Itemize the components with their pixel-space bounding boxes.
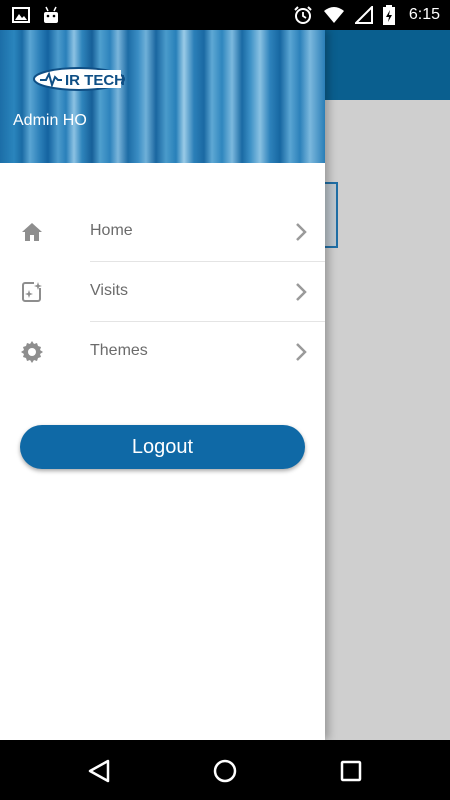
- svg-text:IR TECH: IR TECH: [65, 72, 125, 89]
- status-time: 6:15: [408, 6, 440, 23]
- navigation-drawer: IR TECH Admin HO Home Visits Themes Logo…: [0, 30, 325, 740]
- menu-item-label: Visits: [90, 282, 128, 299]
- wifi-icon: [323, 7, 344, 23]
- home-circle-icon[interactable]: [212, 758, 238, 784]
- menu-item-themes[interactable]: Themes: [0, 322, 325, 382]
- battery-charging-icon: [382, 5, 395, 25]
- menu-item-visits[interactable]: Visits: [0, 262, 325, 322]
- chevron-right-icon: [296, 283, 307, 301]
- menu-item-label: Themes: [90, 342, 148, 359]
- back-icon[interactable]: [86, 758, 112, 784]
- system-nav-bar: [0, 740, 450, 800]
- recents-icon[interactable]: [338, 758, 364, 784]
- logout-button[interactable]: Logout: [20, 425, 305, 469]
- gear-icon: [21, 341, 43, 363]
- status-bar: 6:15: [0, 0, 450, 30]
- home-icon: [22, 223, 42, 241]
- status-left-icons: [12, 6, 60, 24]
- status-right-icons: 6:15: [293, 5, 440, 25]
- drawer-header: IR TECH Admin HO: [0, 30, 325, 163]
- drawer-menu: Home Visits Themes: [0, 202, 325, 382]
- user-name: Admin HO: [13, 112, 87, 129]
- chevron-right-icon: [296, 223, 307, 241]
- alarm-icon: [294, 6, 312, 24]
- image-icon: [12, 7, 30, 23]
- android-icon: [44, 6, 58, 23]
- visits-icon: [22, 281, 42, 302]
- chevron-right-icon: [296, 343, 307, 361]
- menu-item-label: Home: [90, 222, 133, 239]
- menu-item-home[interactable]: Home: [0, 202, 325, 262]
- company-logo: IR TECH: [33, 67, 125, 91]
- signal-icon: [354, 6, 373, 24]
